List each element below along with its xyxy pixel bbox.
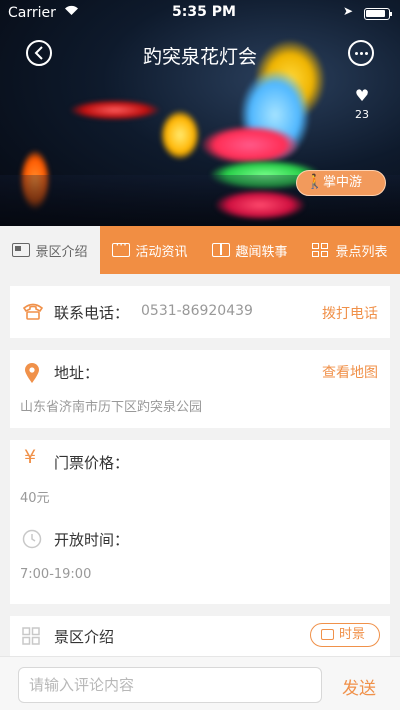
time-scene-button[interactable]: 时景 <box>310 623 380 647</box>
phone-label: 联系电话： <box>54 304 130 322</box>
more-button[interactable] <box>348 40 374 66</box>
location-pin-icon <box>24 362 40 388</box>
yen-icon: ¥ <box>24 446 37 468</box>
address-value: 山东省济南市历下区趵突泉公园 <box>20 400 203 415</box>
tab-anecdotes[interactable]: 趣闻轶事 <box>200 226 300 274</box>
picture-icon <box>321 629 334 640</box>
tab-label: 景区介绍 <box>35 244 88 260</box>
grid-icon <box>312 243 330 257</box>
palm-guide-label: 掌中游 <box>323 175 363 190</box>
tab-label: 活动资讯 <box>135 244 188 260</box>
lantern-glow <box>70 100 160 120</box>
tab-scenic-intro[interactable]: 景区介绍 <box>0 226 100 274</box>
ticket-value: 40元 <box>20 491 50 506</box>
phone-number: 0531-86920439 <box>141 303 253 319</box>
lantern-glow <box>215 190 305 220</box>
palm-guide-button[interactable]: 🚶 掌中游 <box>296 170 386 196</box>
status-bar: Carrier 5:35 PM ➤ <box>0 0 400 26</box>
telephone-icon <box>22 302 44 324</box>
grid-icon <box>22 627 40 649</box>
tab-spot-list[interactable]: 景点列表 <box>300 226 400 274</box>
intro-label: 景区介绍 <box>54 628 115 646</box>
id-card-icon <box>12 243 31 257</box>
hero-image: Carrier 5:35 PM ➤ 趵突泉花灯会 ♥ 23 🚶 掌中游 <box>0 0 400 226</box>
page-title: 趵突泉花灯会 <box>142 46 257 68</box>
send-button[interactable]: 发送 <box>342 674 376 699</box>
battery-icon <box>364 8 392 20</box>
back-button[interactable] <box>26 40 52 66</box>
tab-label: 趣闻轶事 <box>235 244 288 260</box>
walking-person-icon: 🚶 <box>306 174 324 190</box>
time-scene-label: 时景 <box>339 627 366 642</box>
heart-icon: ♥ <box>354 86 370 105</box>
address-label: 地址： <box>54 364 100 382</box>
intro-card: 景区介绍 时景 <box>10 616 390 656</box>
more-dots-icon <box>355 52 358 55</box>
tab-label: 景点列表 <box>335 244 388 260</box>
tab-bar: 景区介绍 活动资讯 趣闻轶事 景点列表 <box>0 226 400 274</box>
carrier-label: Carrier <box>8 5 56 21</box>
call-phone-link[interactable]: 拨打电话 <box>322 303 378 323</box>
wifi-icon <box>64 4 79 20</box>
like-count: 23 <box>355 108 369 121</box>
phone-card: 联系电话： 0531-86920439 拨打电话 <box>10 286 390 338</box>
ticket-hours-card: ¥ 门票价格： 40元 开放时间： 7:00-19:00 <box>10 440 390 604</box>
address-card: 地址： 查看地图 山东省济南市历下区趵突泉公园 <box>10 350 390 428</box>
hours-label: 开放时间： <box>54 531 130 549</box>
chat-icon <box>112 238 131 257</box>
chevron-left-icon <box>34 46 43 60</box>
like-button[interactable]: ♥ 23 <box>350 86 374 122</box>
lantern-glow <box>200 125 300 165</box>
comment-input[interactable] <box>18 667 322 703</box>
view-map-link[interactable]: 查看地图 <box>322 362 378 382</box>
status-time: 5:35 PM <box>172 4 236 20</box>
ticket-label: 门票价格： <box>54 454 130 472</box>
hours-value: 7:00-19:00 <box>20 567 92 582</box>
lantern-glow <box>160 110 200 160</box>
book-icon <box>212 243 231 257</box>
tab-activity-news[interactable]: 活动资讯 <box>100 226 200 274</box>
clock-icon <box>22 529 42 553</box>
location-arrow-icon: ➤ <box>343 4 354 18</box>
comment-bar: 发送 <box>0 656 400 710</box>
